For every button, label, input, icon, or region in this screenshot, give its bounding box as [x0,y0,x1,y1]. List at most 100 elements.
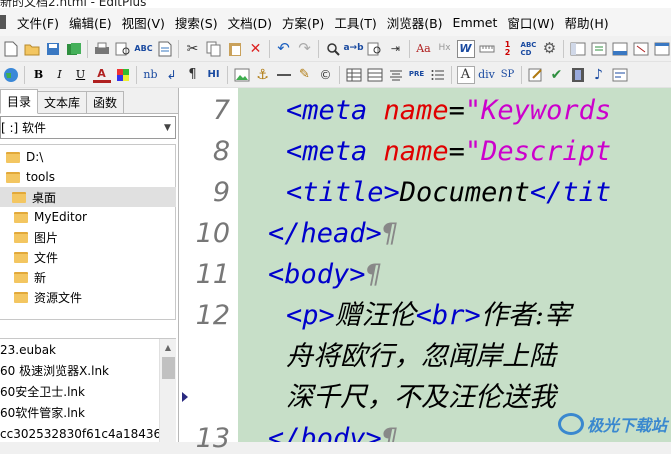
drive-select[interactable]: [ :] 软件 ▼ [0,116,176,139]
hex-viewer-icon[interactable]: Hx [436,40,454,58]
tab-cliptext[interactable]: 文本库 [37,91,87,113]
open-folder-icon[interactable] [23,40,41,58]
goto-icon[interactable]: ⇥ [387,40,405,58]
css-icon[interactable] [611,66,629,84]
italic-button[interactable]: I [51,66,69,84]
file-list-scrollbar[interactable]: ▲ [159,339,176,442]
menu-window[interactable]: 窗口(W) [502,13,559,32]
line-number-icon[interactable]: 12 [499,40,517,58]
file-list: 23.eubak 60 极速浏览器X.lnk 60安全卫士.lnk 60软件管家… [0,338,176,442]
copyright-icon[interactable]: © [317,66,335,84]
menu-tools[interactable]: 工具(T) [329,13,381,32]
full-screen-icon[interactable] [632,40,650,58]
heading-button[interactable]: HI [205,66,223,84]
html-toolbar: B I U A nb ↲ ¶ HI ⚓ ✎ © PRE A div SP ✔ ♪ [0,62,671,88]
chevron-down-icon[interactable]: ▼ [160,117,175,138]
app-menu-icon[interactable] [0,15,6,29]
menu-document[interactable]: 文档(D) [223,13,277,32]
film-icon[interactable] [569,66,587,84]
edit-pen-icon[interactable]: ✎ [296,66,314,84]
ruler-icon[interactable] [478,40,496,58]
file-item[interactable]: 60软件管家.lnk [0,402,176,423]
tab-functions[interactable]: 函数 [86,91,124,113]
toolbar-separator [563,40,564,58]
pre-button[interactable]: PRE [408,66,426,84]
align-center-icon[interactable] [387,66,405,84]
output-window-icon[interactable] [611,40,629,58]
copy-icon[interactable] [205,40,223,58]
scrollbar-thumb[interactable] [162,357,175,379]
nbsp-button[interactable]: nb [142,66,160,84]
anchor-icon[interactable]: ⚓ [254,66,272,84]
redo-icon[interactable]: ↷ [296,40,314,58]
file-properties-icon[interactable] [156,40,174,58]
menu-emmet[interactable]: Emmet [448,15,503,30]
tree-item[interactable]: 新 [14,267,46,287]
replace-icon[interactable]: a→b [345,40,363,58]
delete-icon[interactable]: ✕ [247,40,265,58]
cut-icon[interactable]: ✂ [184,40,202,58]
image-icon[interactable] [233,66,251,84]
new-file-icon[interactable] [2,40,20,58]
div-button[interactable]: div [478,66,496,84]
file-item[interactable]: 60 极速浏览器X.lnk [0,360,176,381]
file-item[interactable]: cc302532830f61c4a1843616 [0,423,176,442]
tree-item[interactable]: 资源文件 [14,287,82,307]
underline-button[interactable]: U [72,66,90,84]
line-break-icon[interactable]: ↲ [163,66,181,84]
tree-item[interactable]: tools [6,167,55,187]
span-button[interactable]: SP [499,66,517,84]
code-token: <br> [416,300,481,331]
save-all-icon[interactable] [65,40,83,58]
menu-browser[interactable]: 浏览器(B) [382,13,448,32]
find-in-files-icon[interactable] [366,40,384,58]
menu-edit[interactable]: 编辑(E) [64,13,117,32]
paragraph-button[interactable]: ¶ [184,66,202,84]
bold-button[interactable]: B [30,66,48,84]
code-line: <meta name="Keywords [286,97,611,124]
save-icon[interactable] [44,40,62,58]
paste-icon[interactable] [226,40,244,58]
tree-item[interactable]: 图片 [14,227,58,247]
toggle-directory-icon[interactable] [569,40,587,58]
font-tag-icon[interactable]: A [457,66,475,84]
menu-file[interactable]: 文件(F) [12,13,64,32]
code-token: </head> [268,218,382,249]
print-preview-icon[interactable] [114,40,132,58]
form-edit-icon[interactable] [527,66,545,84]
tab-directory[interactable]: 目录 [0,89,38,114]
word-wrap-icon[interactable]: W [457,40,475,58]
browser-preview-icon[interactable] [653,40,671,58]
column-select-icon[interactable]: ABCCD [520,40,538,58]
menu-help[interactable]: 帮助(H) [560,13,614,32]
menu-search[interactable]: 搜索(S) [170,13,223,32]
horizontal-rule-icon[interactable] [275,66,293,84]
music-icon[interactable]: ♪ [590,66,608,84]
table-row-icon[interactable] [366,66,384,84]
checkbox-icon[interactable]: ✔ [548,66,566,84]
spellcheck-icon[interactable]: ABC [135,40,153,58]
find-icon[interactable] [324,40,342,58]
menu-view[interactable]: 视图(V) [117,13,170,32]
tree-item-selected[interactable]: 桌面 [0,187,176,207]
table-icon[interactable] [345,66,363,84]
file-item[interactable]: 23.eubak [0,339,176,360]
scroll-up-icon[interactable]: ▲ [160,339,176,356]
undo-icon[interactable]: ↶ [275,40,293,58]
menu-project[interactable]: 方案(P) [277,13,329,32]
tree-item[interactable]: D:\ [6,147,43,167]
font-size-icon[interactable]: Aa [415,40,433,58]
file-item[interactable]: 60安全卫士.lnk [0,381,176,402]
color-grid-icon[interactable] [114,66,132,84]
list-icon[interactable] [429,66,447,84]
tree-item[interactable]: 文件 [14,247,58,267]
font-color-button[interactable]: A [93,67,111,83]
code-editor[interactable]: <meta name="Keywords<meta name="Descript… [238,88,671,442]
line-number: 10 [196,220,230,247]
code-token: <title> [286,177,400,208]
tree-item[interactable]: MyEditor [14,207,87,227]
globe-icon[interactable] [2,66,20,84]
settings-icon[interactable]: ⚙ [541,40,559,58]
toggle-cliptext-icon[interactable] [590,40,608,58]
print-icon[interactable] [93,40,111,58]
